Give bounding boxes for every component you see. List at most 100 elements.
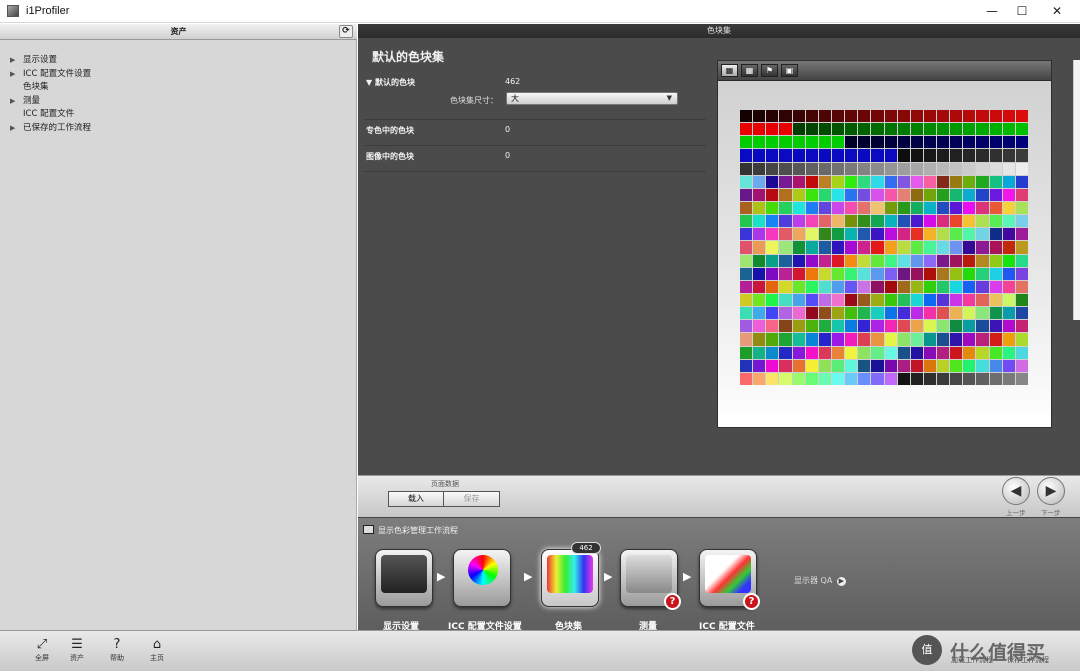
image-icon[interactable]: ▣ — [781, 64, 798, 77]
color-patch — [989, 188, 1002, 201]
color-patch — [766, 254, 779, 267]
color-patch — [910, 267, 923, 280]
color-patch — [1002, 333, 1015, 346]
grid-icon[interactable]: ▦ — [741, 64, 758, 77]
color-patch — [753, 241, 766, 254]
color-patch — [740, 149, 753, 162]
back-arrow-icon[interactable]: ◀ — [1002, 477, 1030, 505]
color-patch — [818, 267, 831, 280]
color-patch — [937, 320, 950, 333]
color-patch — [1015, 149, 1028, 162]
color-patch — [779, 359, 792, 372]
color-patch — [937, 333, 950, 346]
tree-item-measurements[interactable]: ▶ 测量 — [8, 95, 91, 109]
color-patch — [950, 215, 963, 228]
color-patch — [779, 333, 792, 346]
color-patch — [950, 346, 963, 359]
color-patch — [963, 149, 976, 162]
color-patch — [871, 333, 884, 346]
step-patch-set[interactable]: 462 — [541, 542, 601, 607]
expand-arrow-icon[interactable]: ▶ — [10, 95, 15, 109]
step-display-settings[interactable] — [375, 549, 433, 607]
color-patch — [831, 280, 845, 293]
color-patch — [753, 162, 766, 175]
help-button[interactable]: ? 帮助 — [102, 637, 132, 663]
home-button[interactable]: ⌂ 主页 — [142, 637, 172, 663]
maximize-button[interactable]: ☐ — [1006, 0, 1038, 23]
color-patch — [989, 123, 1002, 136]
color-patch — [897, 346, 910, 359]
color-patch — [792, 202, 805, 215]
color-patch — [1002, 294, 1015, 307]
expand-arrow-icon[interactable]: ▶ — [10, 122, 15, 136]
grid-list-icon[interactable]: ▦ — [721, 64, 738, 77]
color-patch — [871, 267, 884, 280]
step-icc-profile-settings[interactable] — [453, 549, 511, 607]
color-patch — [831, 202, 845, 215]
load-button[interactable]: 载入 — [388, 491, 444, 507]
color-patch — [766, 228, 779, 241]
color-patch — [897, 280, 910, 293]
color-patch — [818, 123, 831, 136]
display-qa-link[interactable]: 显示器 QA ▶ — [794, 575, 846, 586]
color-patch — [766, 307, 779, 320]
color-patch — [910, 320, 923, 333]
color-patch — [937, 202, 950, 215]
color-patch — [976, 241, 989, 254]
minimize-button[interactable]: — — [976, 0, 1008, 23]
assets-button[interactable]: ☰ 资产 — [62, 637, 92, 663]
color-patch — [858, 202, 871, 215]
expand-arrow-icon[interactable]: ▶ — [10, 54, 15, 68]
flag-icon[interactable]: ⚑ — [761, 64, 778, 77]
color-patch — [884, 267, 897, 280]
patch-size-select[interactable]: 大 ▼ — [506, 92, 678, 105]
back-label: 上一步 — [1006, 509, 1026, 517]
expand-arrow-icon[interactable]: ▶ — [10, 68, 15, 82]
color-patch — [1015, 307, 1028, 320]
color-patch — [753, 267, 766, 280]
color-patch — [858, 123, 871, 136]
color-patch — [989, 359, 1002, 372]
color-patch — [1002, 202, 1015, 215]
color-patch — [831, 320, 845, 333]
color-patch — [845, 110, 858, 123]
save-button[interactable]: 保存 — [443, 491, 500, 507]
step-measure[interactable]: ? — [620, 549, 681, 610]
color-patch — [805, 149, 818, 162]
color-patch — [779, 254, 792, 267]
color-patch — [766, 359, 779, 372]
color-patch — [845, 149, 858, 162]
fullscreen-button[interactable]: ⤢ 全屏 — [27, 637, 57, 663]
color-patch — [910, 110, 923, 123]
color-patch — [963, 294, 976, 307]
color-patch — [845, 333, 858, 346]
step-icc-profile[interactable]: ? — [699, 549, 760, 610]
color-patch — [950, 267, 963, 280]
forward-arrow-icon[interactable]: ▶ — [1037, 477, 1065, 505]
color-patch — [792, 188, 805, 201]
color-patch — [897, 175, 910, 188]
color-patch — [950, 320, 963, 333]
collapse-arrow-icon[interactable]: ▼ — [366, 78, 372, 87]
color-patch — [897, 149, 910, 162]
color-patch — [884, 294, 897, 307]
color-patch — [950, 372, 963, 385]
color-patch — [923, 136, 937, 149]
spot-color-patches-row: 专色中的色块 0 — [364, 120, 706, 146]
tree-item-icc-profile-settings[interactable]: ▶ ICC 配置文件设置 — [8, 68, 91, 82]
color-patch — [831, 294, 845, 307]
tree-item-icc-profiles[interactable]: ICC 配置文件 — [8, 108, 91, 122]
color-patch — [976, 294, 989, 307]
color-patch — [1002, 241, 1015, 254]
color-patch — [923, 123, 937, 136]
color-patch — [937, 241, 950, 254]
color-patch — [818, 359, 831, 372]
close-button[interactable]: ✕ — [1041, 0, 1073, 23]
default-patches-row[interactable]: ▼ 默认的色块 462 色块集尺寸： 大 ▼ — [364, 72, 706, 120]
tree-item-display-settings[interactable]: ▶ 显示设置 — [8, 54, 91, 68]
tree-item-patch-sets[interactable]: 色块集 — [8, 81, 91, 95]
color-patch — [805, 372, 818, 385]
tree-item-saved-workflows[interactable]: ▶ 已保存的工作流程 — [8, 122, 91, 136]
color-patch — [831, 307, 845, 320]
refresh-icon[interactable]: ⟳ — [339, 25, 353, 38]
